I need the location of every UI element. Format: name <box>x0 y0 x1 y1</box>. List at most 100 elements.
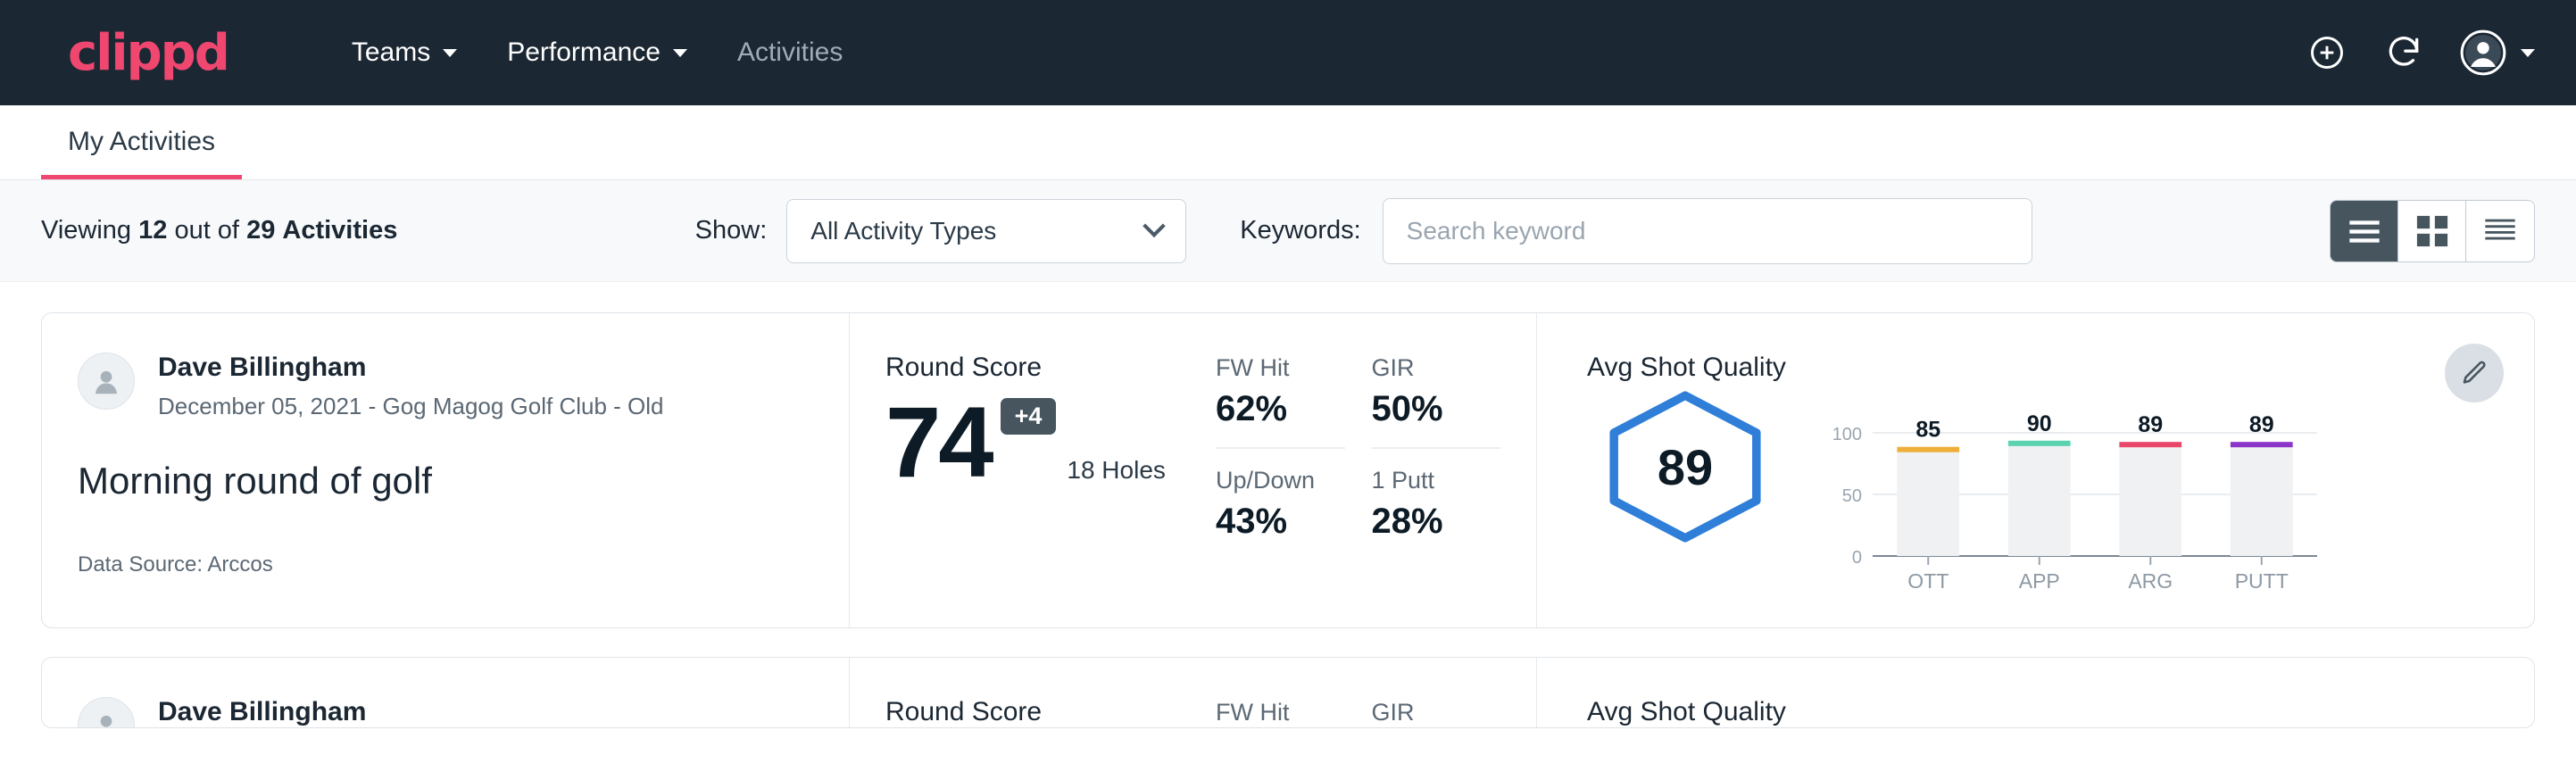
nav-item-teams-label: Teams <box>352 37 430 68</box>
add-icon[interactable] <box>2306 32 2347 73</box>
round-score-row: 74 +4 18 Holes <box>885 395 1216 490</box>
svg-text:0: 0 <box>1852 548 1862 568</box>
viewing-total: 29 <box>246 216 275 245</box>
list-icon <box>2347 218 2382 245</box>
activity-card[interactable]: Dave Billingham December 05, 2021 - Gog … <box>41 312 2535 628</box>
primary-nav: Teams Performance Activities <box>327 37 868 68</box>
tab-my-activities[interactable]: My Activities <box>41 127 242 179</box>
stat-one-putt-value: 28% <box>1372 502 1501 542</box>
chevron-down-icon <box>443 49 457 57</box>
grid-view-toggle[interactable] <box>2398 201 2466 261</box>
stat-gir: GIR 50% <box>1372 354 1501 449</box>
chevron-down-icon <box>1143 214 1166 236</box>
quality-hexagon: 89 <box>1600 388 1770 545</box>
activity-stats-grid: FW Hit 62% GIR 50% Up/Down 43% 1 Putt 28… <box>1216 313 1537 627</box>
app-logo[interactable]: clippd <box>68 24 229 82</box>
refresh-icon[interactable] <box>2383 32 2424 73</box>
account-icon <box>2460 29 2506 76</box>
tab-my-activities-label: My Activities <box>68 127 215 156</box>
svg-text:100: 100 <box>1832 425 1862 444</box>
svg-text:APP: APP <box>2019 569 2060 593</box>
data-source: Data Source: Arccos <box>78 552 813 577</box>
filter-bar: Viewing 12 out of 29 Activities Show: Al… <box>0 180 2576 282</box>
avg-shot-quality-section: Avg Shot Quality 05010094OTT82APP106ARG8… <box>1537 658 2534 727</box>
activity-author: Dave Billingham October 16, 2021 - Gog M… <box>78 697 813 728</box>
stat-fw-hit-value: 62% <box>1216 389 1345 429</box>
player-name: Dave Billingham <box>158 697 726 728</box>
stat-fw-hit-label: FW Hit <box>1216 699 1345 726</box>
search-input[interactable] <box>1407 217 2008 245</box>
nav-actions <box>2306 29 2535 76</box>
nav-item-performance-label: Performance <box>507 37 661 68</box>
person-icon <box>89 364 123 398</box>
avg-shot-quality-label: Avg Shot Quality <box>1587 697 2498 727</box>
activity-card[interactable]: Dave Billingham October 16, 2021 - Gog M… <box>41 657 2535 728</box>
view-mode-toggle-group <box>2330 200 2535 262</box>
stat-gir-label: GIR <box>1372 354 1501 382</box>
viewing-summary: Viewing 12 out of 29 Activities <box>41 216 397 245</box>
compact-list-icon <box>2482 216 2518 246</box>
activity-summary: Dave Billingham December 05, 2021 - Gog … <box>42 313 850 627</box>
grid-icon <box>2415 214 2449 248</box>
stat-up-down-label: Up/Down <box>1216 467 1345 494</box>
viewing-suffix: Activities <box>282 216 397 245</box>
activity-title: Morning round of golf <box>78 460 813 502</box>
account-menu[interactable] <box>2460 29 2535 76</box>
pencil-icon <box>2459 358 2489 388</box>
nav-item-performance[interactable]: Performance <box>482 37 712 68</box>
shot-quality-chart-svg: 05010085OTT90APP89ARG89PUTT <box>1817 402 2326 599</box>
quality-hexagon-wrap: 89 <box>1587 388 1783 545</box>
nav-item-activities[interactable]: Activities <box>712 37 868 68</box>
viewing-mid: out of <box>174 216 239 245</box>
keywords-label: Keywords: <box>1240 216 1360 245</box>
stat-up-down: Up/Down 43% <box>1216 467 1345 542</box>
avg-shot-quality-label: Avg Shot Quality <box>1587 353 2498 383</box>
stat-gir: GIR 56% <box>1372 699 1501 728</box>
viewing-prefix: Viewing <box>41 216 131 245</box>
activity-list: Dave Billingham December 05, 2021 - Gog … <box>0 282 2576 728</box>
svg-text:90: 90 <box>2027 411 2052 436</box>
stat-gir-value: 50% <box>1372 389 1501 429</box>
top-navigation-bar: clippd Teams Performance Activities <box>0 0 2576 105</box>
avg-shot-quality-section: Avg Shot Quality 89 05010085OTT90APP89AR… <box>1537 313 2534 627</box>
person-icon <box>89 709 123 728</box>
activity-author: Dave Billingham December 05, 2021 - Gog … <box>78 353 813 420</box>
filter-controls: Show: All Activity Types Keywords: <box>695 198 2032 264</box>
player-name: Dave Billingham <box>158 353 664 384</box>
edit-activity-button[interactable] <box>2445 344 2504 402</box>
svg-text:85: 85 <box>1915 418 1940 443</box>
viewing-count: 12 <box>138 216 167 245</box>
shot-quality-bar-chart: 05010085OTT90APP89ARG89PUTT <box>1817 388 2326 603</box>
stat-fw-hit-label: FW Hit <box>1216 354 1345 382</box>
svg-text:PUTT: PUTT <box>2235 569 2289 593</box>
holes-played: 18 Holes <box>1067 456 1166 485</box>
stat-fw-hit: FW Hit 62% <box>1216 354 1345 449</box>
score-differential-badge: +4 <box>1001 398 1057 435</box>
stat-one-putt-label: 1 Putt <box>1372 467 1501 494</box>
show-label: Show: <box>695 216 768 245</box>
activity-type-select[interactable]: All Activity Types <box>786 199 1186 263</box>
svg-text:89: 89 <box>2249 412 2274 437</box>
avg-shot-quality-value: 89 <box>1658 438 1713 496</box>
avatar <box>78 353 135 410</box>
chevron-down-icon <box>2521 49 2535 57</box>
round-score-label: Round Score <box>885 697 1216 727</box>
round-score-section: Round Score <box>850 658 1216 727</box>
svg-text:89: 89 <box>2138 412 2163 437</box>
avg-shot-quality-body: 89 05010085OTT90APP89ARG89PUTT <box>1587 388 2498 603</box>
search-field[interactable] <box>1383 198 2032 264</box>
chevron-down-icon <box>673 49 687 57</box>
activity-summary: Dave Billingham October 16, 2021 - Gog M… <box>42 658 850 727</box>
round-score-value: 74 <box>885 395 992 490</box>
nav-item-teams[interactable]: Teams <box>327 37 482 68</box>
activity-stats-grid: FW Hit 43% GIR 56% <box>1216 658 1537 727</box>
round-score-label: Round Score <box>885 353 1216 383</box>
svg-text:50: 50 <box>1842 486 1862 506</box>
nav-item-activities-label: Activities <box>737 37 843 68</box>
avatar <box>78 697 135 728</box>
list-view-toggle[interactable] <box>2331 201 2398 261</box>
compact-view-toggle[interactable] <box>2466 201 2534 261</box>
stat-fw-hit: FW Hit 43% <box>1216 699 1345 728</box>
stat-one-putt: 1 Putt 28% <box>1372 467 1501 542</box>
activity-type-select-value: All Activity Types <box>810 217 996 245</box>
